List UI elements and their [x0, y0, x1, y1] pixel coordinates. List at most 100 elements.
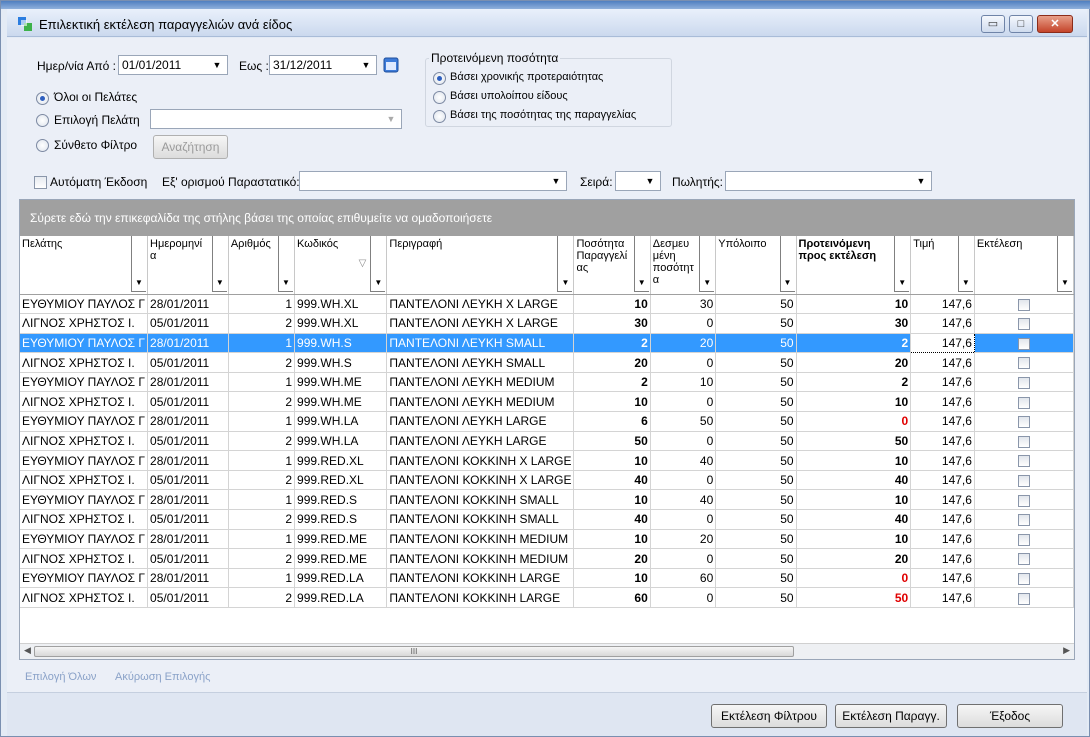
chevron-down-icon[interactable] — [633, 236, 649, 292]
cell-number[interactable]: 1 — [228, 372, 296, 393]
cell-date[interactable]: 05/01/2011 — [147, 352, 229, 373]
chevron-down-icon[interactable] — [211, 236, 227, 292]
cell-customer[interactable]: ΕΥΘΥΜΙΟΥ ΠΑΥΛΟΣ Γ — [20, 450, 149, 471]
cell-code[interactable]: 999.WH.S — [294, 352, 388, 373]
cell-price[interactable]: 147,6 — [910, 352, 975, 373]
cell-proposed[interactable]: 10 — [796, 489, 912, 511]
cell-code[interactable]: 999.WH.LA — [294, 411, 388, 432]
cell-balance[interactable]: 50 — [715, 509, 797, 530]
cell-proposed[interactable]: 10 — [796, 294, 912, 315]
cell-proposed[interactable]: 10 — [796, 391, 912, 413]
radio-order-qty[interactable] — [433, 110, 446, 123]
cell-code[interactable]: 999.WH.S — [294, 333, 388, 354]
run-order-button[interactable]: Εκτέλεση Παραγγ. — [835, 704, 947, 728]
cell-proposed[interactable]: 20 — [796, 352, 912, 373]
cell-description[interactable]: ΠΑΝΤΕΛΟΝΙ ΚΟΚΚΙΝΗ MEDIUM — [386, 529, 575, 550]
cell-reserved-qty[interactable]: 40 — [650, 450, 717, 471]
scrollbar-thumb[interactable]: III — [34, 646, 794, 657]
col-execute[interactable]: Εκτέλεση — [974, 236, 1074, 295]
cell-balance[interactable]: 50 — [715, 568, 797, 589]
chevron-down-icon[interactable]: ▼ — [913, 173, 929, 189]
execute-checkbox[interactable] — [1017, 435, 1030, 448]
cell-price[interactable]: 147,6 — [910, 332, 975, 354]
cell-code[interactable]: 999.RED.LA — [294, 568, 388, 589]
cell-number[interactable]: 2 — [228, 313, 296, 334]
cell-number[interactable]: 1 — [228, 294, 296, 315]
cell-customer[interactable]: ΛΙΓΝΟΣ ΧΡΗΣΤΟΣ Ι. — [20, 470, 149, 491]
cell-number[interactable]: 2 — [228, 587, 296, 608]
execute-checkbox[interactable] — [1017, 377, 1030, 389]
chevron-down-icon[interactable] — [779, 236, 795, 292]
table-row[interactable]: ΛΙΓΝΟΣ ΧΡΗΣΤΟΣ Ι. 05/01/2011 2 999.WH.S ΠΑΝΤ… — [20, 352, 1074, 373]
cell-balance[interactable]: 50 — [715, 489, 797, 511]
execute-checkbox[interactable] — [1017, 494, 1030, 507]
cell-code[interactable]: 999.WH.LA — [294, 431, 388, 452]
cell-description[interactable]: ΠΑΝΤΕΛΟΝΙ ΚΟΚΚΙΝΗ LARGE — [386, 568, 575, 589]
cell-number[interactable]: 1 — [228, 489, 296, 511]
cell-date[interactable]: 28/01/2011 — [147, 411, 229, 432]
table-row[interactable]: ΛΙΓΝΟΣ ΧΡΗΣΤΟΣ Ι. 05/01/2011 2 999.WH.LA ΠΑΝ… — [20, 431, 1074, 452]
table-row[interactable]: ΕΥΘΥΜΙΟΥ ΠΑΥΛΟΣ Γ 28/01/2011 1 999.RED.LA ΠΑ… — [20, 568, 1074, 589]
cell-date[interactable]: 28/01/2011 — [147, 529, 229, 550]
chevron-down-icon[interactable] — [370, 236, 386, 292]
chevron-down-icon[interactable] — [131, 236, 147, 292]
cell-reserved-qty[interactable]: 0 — [650, 391, 717, 413]
cell-description[interactable]: ΠΑΝΤΕΛΟΝΙ ΛΕΥΚΗ MEDIUM — [386, 391, 575, 413]
execute-checkbox[interactable] — [1017, 337, 1030, 350]
radio-all-customers[interactable] — [36, 92, 49, 105]
cancel-selection-link[interactable]: Ακύρωση Επιλογής — [115, 671, 210, 683]
cell-customer[interactable]: ΕΥΘΥΜΙΟΥ ΠΑΥΛΟΣ Γ — [20, 411, 149, 432]
execute-checkbox[interactable] — [1017, 455, 1030, 468]
cell-reserved-qty[interactable]: 10 — [650, 372, 717, 393]
cell-price[interactable]: 147,6 — [910, 411, 975, 432]
seller-select[interactable]: ▼ — [725, 171, 932, 191]
table-row[interactable]: ΕΥΘΥΜΙΟΥ ΠΑΥΛΟΣ Γ 28/01/2011 1 999.RED.ME ΠΑ… — [20, 529, 1074, 550]
table-row[interactable]: ΛΙΓΝΟΣ ΧΡΗΣΤΟΣ Ι. 05/01/2011 2 999.RED.S ΠΑΝ… — [20, 509, 1074, 530]
table-row[interactable]: ΕΥΘΥΜΙΟΥ ΠΑΥΛΟΣ Γ 28/01/2011 1 999.WH.S ΠΑΝΤ… — [20, 332, 1074, 354]
radio-item-balance[interactable] — [433, 91, 446, 104]
cell-order-qty[interactable]: 10 — [573, 529, 651, 550]
cell-date[interactable]: 05/01/2011 — [147, 470, 229, 491]
cell-description[interactable]: ΠΑΝΤΕΛΟΝΙ ΛΕΥΚΗ MEDIUM — [386, 372, 575, 393]
cell-code[interactable]: 999.WH.ME — [294, 391, 388, 413]
cell-number[interactable]: 2 — [228, 470, 296, 491]
cell-order-qty[interactable]: 50 — [573, 431, 651, 452]
chevron-down-icon[interactable] — [894, 236, 910, 292]
chevron-down-icon[interactable] — [699, 236, 715, 292]
cell-price[interactable]: 147,6 — [910, 294, 975, 315]
close-button[interactable]: ✕ — [1037, 15, 1073, 33]
select-all-link[interactable]: Επιλογή Όλων — [25, 671, 96, 683]
cell-date[interactable]: 05/01/2011 — [147, 509, 229, 530]
execute-checkbox[interactable] — [1017, 533, 1030, 546]
cell-reserved-qty[interactable]: 60 — [650, 568, 717, 589]
cell-order-qty[interactable]: 2 — [573, 372, 651, 393]
cell-description[interactable]: ΠΑΝΤΕΛΟΝΙ ΚΟΚΚΙΝΗ MEDIUM — [386, 548, 575, 569]
execute-checkbox[interactable] — [1017, 416, 1030, 429]
cell-price[interactable]: 147,6 — [910, 450, 975, 471]
cell-proposed[interactable]: 10 — [796, 450, 912, 471]
cell-number[interactable]: 1 — [228, 568, 296, 589]
cell-proposed[interactable]: 20 — [796, 548, 912, 569]
cell-description[interactable]: ΠΑΝΤΕΛΟΝΙ ΚΟΚΚΙΝΗ LARGE — [386, 587, 575, 608]
execute-checkbox[interactable] — [1017, 298, 1030, 311]
cell-customer[interactable]: ΛΙΓΝΟΣ ΧΡΗΣΤΟΣ Ι. — [20, 509, 149, 530]
cell-date[interactable]: 28/01/2011 — [147, 568, 229, 589]
cell-customer[interactable]: ΕΥΘΥΜΙΟΥ ΠΑΥΛΟΣ Γ — [20, 333, 149, 354]
cell-proposed[interactable]: 50 — [796, 431, 912, 452]
run-filter-button[interactable]: Εκτέλεση Φίλτρου — [711, 704, 827, 728]
cell-order-qty[interactable]: 20 — [573, 548, 651, 569]
col-balance[interactable]: Υπόλοιπο — [715, 236, 797, 295]
cell-description[interactable]: ΠΑΝΤΕΛΟΝΙ ΚΟΚΚΙΝΗ X LARGE — [386, 470, 575, 491]
cell-code[interactable]: 999.RED.ME — [294, 529, 388, 550]
exit-button[interactable]: Έξοδος — [957, 704, 1063, 728]
cell-number[interactable]: 1 — [228, 529, 296, 550]
cell-order-qty[interactable]: 60 — [573, 587, 651, 608]
cell-reserved-qty[interactable]: 0 — [650, 352, 717, 373]
date-from-picker[interactable]: 01/01/2011 ▼ — [118, 55, 228, 75]
cell-price[interactable]: 147,6 — [910, 470, 975, 491]
scroll-right-icon[interactable]: ▶ — [1063, 645, 1070, 656]
auto-issue-checkbox[interactable] — [34, 176, 47, 189]
cell-balance[interactable]: 50 — [715, 372, 797, 393]
cell-order-qty[interactable]: 40 — [573, 470, 651, 491]
cell-description[interactable]: ΠΑΝΤΕΛΟΝΙ ΚΟΚΚΙΝΗ X LARGE — [386, 450, 575, 471]
